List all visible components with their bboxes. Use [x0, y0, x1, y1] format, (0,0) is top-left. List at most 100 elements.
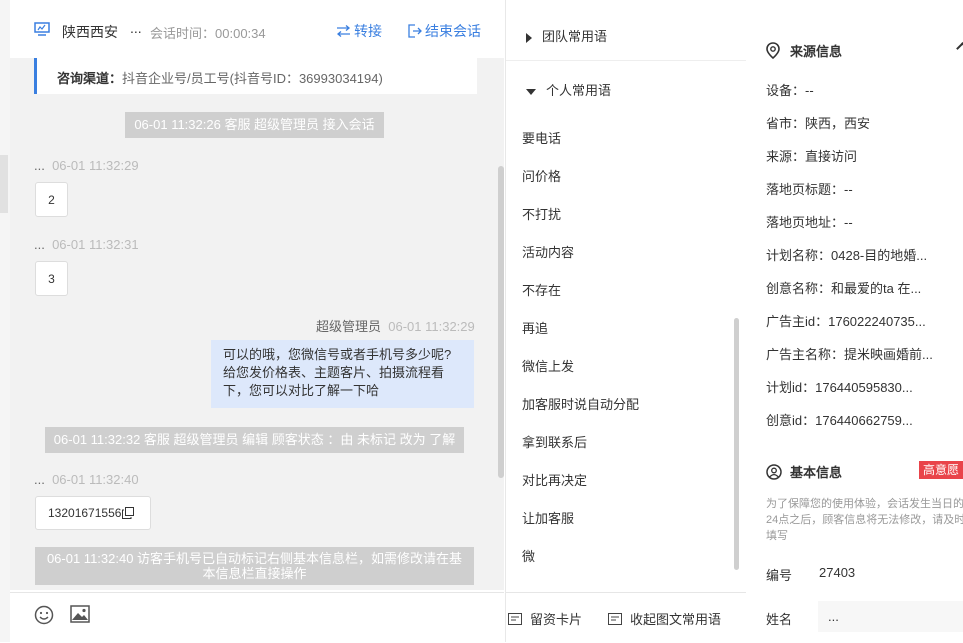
message-time: 06-01 11:32:40: [52, 472, 139, 487]
info-name-label: 姓名: [766, 612, 793, 627]
user-icon: [766, 464, 782, 480]
phrase-item[interactable]: 对比再决定: [522, 470, 587, 489]
system-message: 06-01 11:32:26 客服 超级管理员 接入会话: [125, 112, 384, 138]
collapse-phrases-button[interactable]: 收起图文常用语: [608, 609, 721, 628]
quick-phrases-panel: 团队常用语 个人常用语 要电话 问价格 不打扰 活动内容 不存在 再追 微信上发…: [505, 0, 747, 643]
personal-phrase-list: 要电话 问价格 不打扰 活动内容 不存在 再追 微信上发 加客服时说自动分配 拿…: [522, 104, 722, 584]
source-info-header: 来源信息: [766, 41, 842, 60]
message-bubble: 3: [35, 261, 68, 296]
visitor-name-ellipsis: ...: [130, 20, 142, 36]
system-message-line: 本信息栏直接操作: [202, 566, 307, 581]
phrases-scrollbar[interactable]: [734, 318, 739, 570]
edit-notice: 为了保障您的使用体验，会话发生当日的24点之后，顾客信息将无法修改，请及时填写: [766, 498, 963, 542]
lead-card-label: 留资卡片: [530, 612, 583, 627]
phrase-item[interactable]: 微: [522, 546, 535, 565]
chat-scrollbar[interactable]: [498, 166, 504, 478]
system-message-line: 06-01 11:32:40 访客手机号已自动标记右侧基本信息栏，如需修改请在基: [46, 551, 463, 566]
message-time: 06-01 11:32:31: [52, 237, 139, 252]
phrase-item[interactable]: 不打扰: [522, 204, 561, 223]
session-time: 会话时间：00:00:34: [150, 23, 266, 42]
phrases-icon: [608, 613, 622, 625]
collapse-phrases-label: 收起图文常用语: [630, 612, 722, 627]
message-sender: ...: [34, 237, 45, 252]
caret-right-icon: [526, 32, 532, 43]
phrase-item[interactable]: 让加客服: [522, 508, 574, 527]
info-landing-url: 落地页地址：--: [766, 215, 853, 230]
visitor-info-panel: 来源信息 设备：-- 省市：陕西，西安 来源：直接访问 落地页标题：-- 落地页…: [746, 0, 963, 642]
info-id-value: 27403: [819, 565, 856, 580]
left-gutter-mark: [0, 155, 8, 213]
caret-down-icon: [526, 88, 536, 95]
phrase-item[interactable]: 要电话: [522, 128, 561, 147]
team-phrases-label: 团队常用语: [542, 29, 608, 44]
left-gutter: [0, 0, 10, 642]
transfer-button[interactable]: 转接: [336, 21, 382, 41]
chat-message-list[interactable]: 咨询渠道：抖音企业号/员工号(抖音号ID：36993034194) 06-01 …: [10, 58, 504, 590]
system-message: 06-01 11:32:32 客服 超级管理员 编辑 顾客状态 ：由 未标记 改…: [45, 427, 464, 453]
message-line: 下，您可以对比了解一下哈: [223, 383, 380, 398]
message-time: 06-01 11:32:29: [52, 158, 139, 173]
transfer-icon: [336, 25, 351, 37]
name-input[interactable]: [818, 601, 963, 632]
phone-message-bubble: 13201671556: [35, 496, 151, 530]
channel-info: 咨询渠道：抖音企业号/员工号(抖音号ID：36993034194): [34, 58, 477, 94]
info-source: 来源：直接访问: [766, 149, 858, 164]
basic-info-header: 基本信息: [766, 462, 842, 481]
card-icon: [508, 613, 522, 625]
phrases-toolbar: 留资卡片 收起图文常用语: [506, 592, 746, 643]
emoji-icon[interactable]: [34, 605, 54, 625]
source-info-title: 来源信息: [790, 44, 843, 59]
info-id-label: 编号: [766, 568, 793, 583]
info-advertiser-id: 广告主id：176022240735...: [766, 314, 926, 329]
message-bubble: 2: [35, 182, 68, 217]
phrase-item[interactable]: 微信上发: [522, 356, 574, 375]
info-landing-title: 落地页标题：--: [766, 182, 853, 197]
end-session-button[interactable]: 结束会话: [408, 21, 481, 41]
info-plan-id: 计划id：176440595830...: [766, 380, 913, 395]
team-phrases-group[interactable]: 团队常用语: [526, 26, 607, 45]
collapse-caret-icon[interactable]: [956, 40, 963, 56]
channel-value: 抖音企业号/员工号(抖音号ID：36993034194): [122, 71, 383, 86]
end-session-label: 结束会话: [425, 23, 481, 39]
message-meta: ... 06-01 11:32:40: [34, 472, 139, 487]
monitor-icon: [34, 22, 50, 36]
phrase-item[interactable]: 再追: [522, 318, 548, 337]
lead-card-button[interactable]: 留资卡片: [508, 609, 582, 628]
image-icon[interactable]: [70, 605, 90, 623]
message-line: 给您发价格表、主题客片、拍摄流程看: [223, 365, 445, 380]
phone-number: 13201671556: [48, 506, 122, 520]
transfer-label: 转接: [354, 23, 382, 39]
phrase-item[interactable]: 不存在: [522, 280, 561, 299]
message-sender: ...: [34, 472, 45, 487]
channel-label: 咨询渠道：: [57, 71, 123, 86]
message-meta: ... 06-01 11:32:29: [34, 158, 139, 173]
message-meta: ... 06-01 11:32:31: [34, 237, 139, 252]
message-sender: ...: [34, 158, 45, 173]
intent-badge[interactable]: 高意愿: [919, 461, 963, 479]
message-line: 可以的哦，您微信号或者手机号多少呢?: [223, 347, 452, 362]
phrase-item[interactable]: 活动内容: [522, 242, 574, 261]
message-time: 06-01 11:32:29: [388, 319, 475, 334]
info-device: 设备：--: [766, 83, 814, 98]
chat-header: 陕西西安 ... 会话时间：00:00:34 转接 结束会话: [10, 0, 504, 59]
chat-toolbar: [10, 592, 504, 643]
clipped-phrase: [522, 96, 602, 104]
phrase-item[interactable]: 拿到联系后: [522, 432, 587, 451]
exit-icon: [408, 24, 422, 38]
location-pin-icon: [766, 42, 780, 60]
basic-info-title: 基本信息: [790, 465, 843, 480]
visitor-name: 陕西西安: [62, 24, 118, 40]
phrase-item[interactable]: 加客服时说自动分配: [522, 394, 639, 413]
info-advertiser-name: 广告主名称：提米映画婚前...: [766, 347, 933, 362]
message-meta: 超级管理员 06-01 11:32:29: [316, 316, 475, 335]
copy-icon[interactable]: [122, 507, 135, 519]
divider: [506, 60, 746, 61]
info-creative-name: 创意名称：和最爱的ta 在...: [766, 281, 922, 296]
info-province: 省市：陕西，西安: [766, 116, 871, 131]
info-creative-id: 创意id：176440662759...: [766, 413, 913, 428]
phrase-item[interactable]: 问价格: [522, 166, 561, 185]
message-sender: 超级管理员: [316, 319, 382, 334]
agent-message-bubble: 可以的哦，您微信号或者手机号多少呢? 给您发价格表、主题客片、拍摄流程看 下，您…: [211, 340, 474, 408]
session-time-label: 会话时间：: [150, 26, 216, 41]
channel-text: 咨询渠道：抖音企业号/员工号(抖音号ID：36993034194): [57, 68, 383, 87]
